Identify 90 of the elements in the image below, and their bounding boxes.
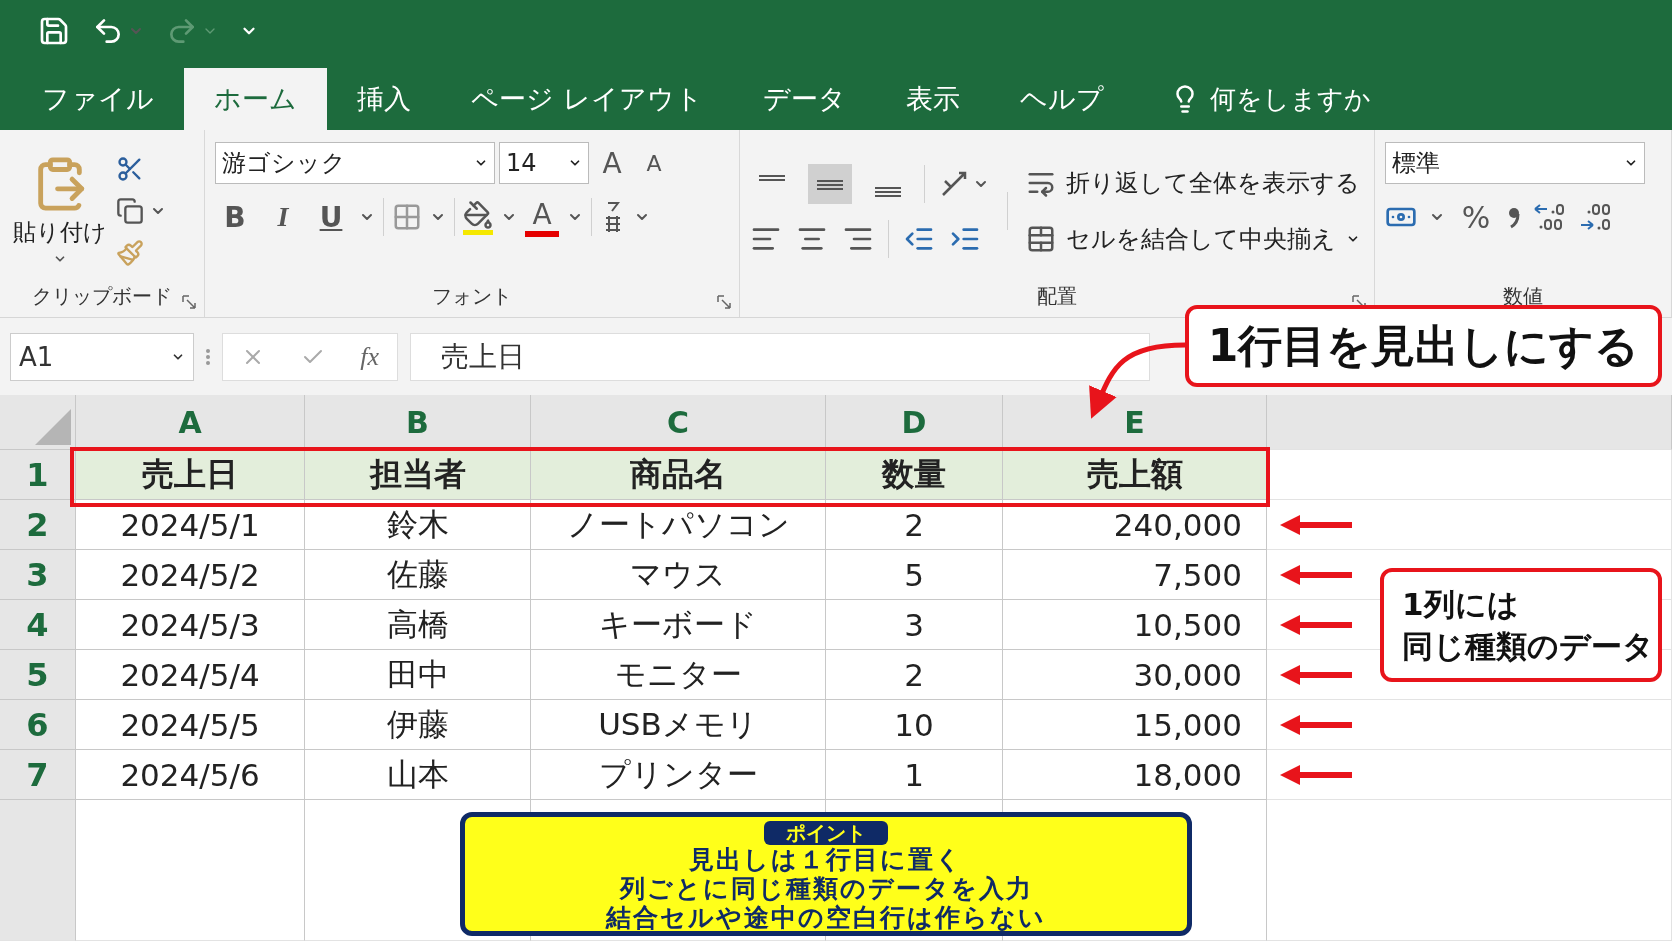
table-cell: 数量 [826, 450, 1003, 500]
table-cell: 10,500 [1003, 600, 1267, 650]
font-size-dropdown[interactable]: 14 [499, 142, 589, 184]
decrease-decimal-icon[interactable] [1579, 201, 1613, 233]
table-cell: 2024/5/4 [76, 650, 305, 700]
table-cell: モニター [531, 650, 826, 700]
table-cell: 15,000 [1003, 700, 1267, 750]
table-cell: 2 [826, 650, 1003, 700]
bold-button[interactable]: B [215, 196, 255, 238]
table-cell: 売上日 [76, 450, 305, 500]
more-icon [206, 348, 210, 365]
point-text: 結合セルや途中の空白行は作らない [606, 903, 1046, 932]
ribbon-tab[interactable]: ヘルプ [989, 68, 1134, 130]
table-cell: 2024/5/1 [76, 500, 305, 550]
font-name-dropdown[interactable]: 游ゴシック [215, 142, 495, 184]
number-format-dropdown[interactable]: 標準 [1385, 142, 1645, 184]
table-cell: 2024/5/2 [76, 550, 305, 600]
merge-center-button[interactable]: セルを結合して中央揃え [1026, 215, 1360, 262]
point-text: 列ごとに同じ種類のデータを入力 [619, 874, 1033, 903]
table-cell: 鈴木 [305, 500, 531, 550]
table-cell: USBメモリ [531, 700, 826, 750]
percent-button[interactable]: % [1457, 196, 1495, 238]
paste-button[interactable]: 貼り付け [10, 155, 110, 266]
table-cell: 伊藤 [305, 700, 531, 750]
column-header[interactable]: B [305, 395, 531, 450]
table-cell: 佐藤 [305, 550, 531, 600]
borders-icon[interactable] [392, 202, 422, 232]
table-cell: 1 [826, 750, 1003, 800]
table-cell: 担当者 [305, 450, 531, 500]
ribbon-tab[interactable]: 表示 [875, 68, 990, 130]
table-cell: 3 [826, 600, 1003, 650]
table-cell: 2024/5/6 [76, 750, 305, 800]
table-cell: マウス [531, 550, 826, 600]
row-header[interactable]: 6 [0, 700, 76, 750]
ribbon-tab[interactable]: データ [732, 68, 876, 130]
dialog-launcher-icon[interactable] [717, 295, 731, 309]
row-header[interactable]: 2 [0, 500, 76, 550]
group-label: クリップボード [31, 283, 173, 310]
table-cell: 売上額 [1003, 450, 1267, 500]
point-badge: ポイント [764, 821, 888, 845]
group-label: フォント [431, 283, 513, 310]
copy-icon[interactable] [116, 196, 144, 225]
table-cell: 2 [826, 500, 1003, 550]
group-label: 配置 [1036, 283, 1078, 310]
ribbon-tab[interactable]: ホーム [184, 68, 327, 130]
comma-style-icon[interactable] [1507, 205, 1521, 229]
italic-button[interactable]: I [263, 196, 303, 238]
dialog-launcher-icon[interactable] [182, 295, 196, 309]
table-cell: 30,000 [1003, 650, 1267, 700]
ribbon-tab[interactable]: 挿入 [327, 68, 441, 130]
row-header[interactable]: 7 [0, 750, 76, 800]
shrink-font-button[interactable]: A [635, 142, 673, 184]
table-cell: 10 [826, 700, 1003, 750]
table-cell: 18,000 [1003, 750, 1267, 800]
point-text: 見出しは１行目に置く [689, 845, 963, 874]
table-cell: ノートパソコン [531, 500, 826, 550]
ribbon-tab[interactable]: ファイル [12, 68, 184, 130]
row-header[interactable]: 5 [0, 650, 76, 700]
column-header[interactable]: D [826, 395, 1003, 450]
table-cell: キーボード [531, 600, 826, 650]
table-cell: 田中 [305, 650, 531, 700]
callout: 1列には 同じ種類のデータ [1380, 568, 1662, 682]
table-cell: 5 [826, 550, 1003, 600]
table-cell: プリンター [531, 750, 826, 800]
table-cell: 2024/5/5 [76, 700, 305, 750]
increase-decimal-icon[interactable] [1533, 201, 1567, 233]
font-color-button[interactable]: A [525, 197, 559, 237]
table-cell: 山本 [305, 750, 531, 800]
underline-button[interactable]: U [311, 196, 351, 238]
table-cell: 高橋 [305, 600, 531, 650]
ribbon-tab[interactable]: ページ レイアウト [441, 68, 733, 130]
column-header[interactable]: E [1003, 395, 1267, 450]
table-cell: 2024/5/3 [76, 600, 305, 650]
save-icon[interactable] [38, 15, 70, 47]
table-cell: 商品名 [531, 450, 826, 500]
fill-color-icon[interactable] [463, 199, 493, 235]
column-header[interactable]: A [76, 395, 305, 450]
row-header[interactable]: 3 [0, 550, 76, 600]
callout: 1行目を見出しにする [1185, 305, 1662, 387]
insert-function-button[interactable]: fx [360, 341, 380, 372]
table-cell: 7,500 [1003, 550, 1267, 600]
corner-triangle-icon [35, 409, 71, 445]
row-header[interactable]: 1 [0, 450, 76, 500]
name-box[interactable]: A1 [10, 332, 194, 381]
formula-input[interactable]: 売上日 [410, 332, 1150, 381]
wrap-text-button[interactable]: 折り返して全体を表示する [1026, 159, 1360, 206]
tell-me-search[interactable]: 何をしますか [1209, 81, 1371, 117]
grow-font-button[interactable]: A [593, 142, 631, 184]
column-header[interactable]: C [531, 395, 826, 450]
row-header[interactable]: 4 [0, 600, 76, 650]
